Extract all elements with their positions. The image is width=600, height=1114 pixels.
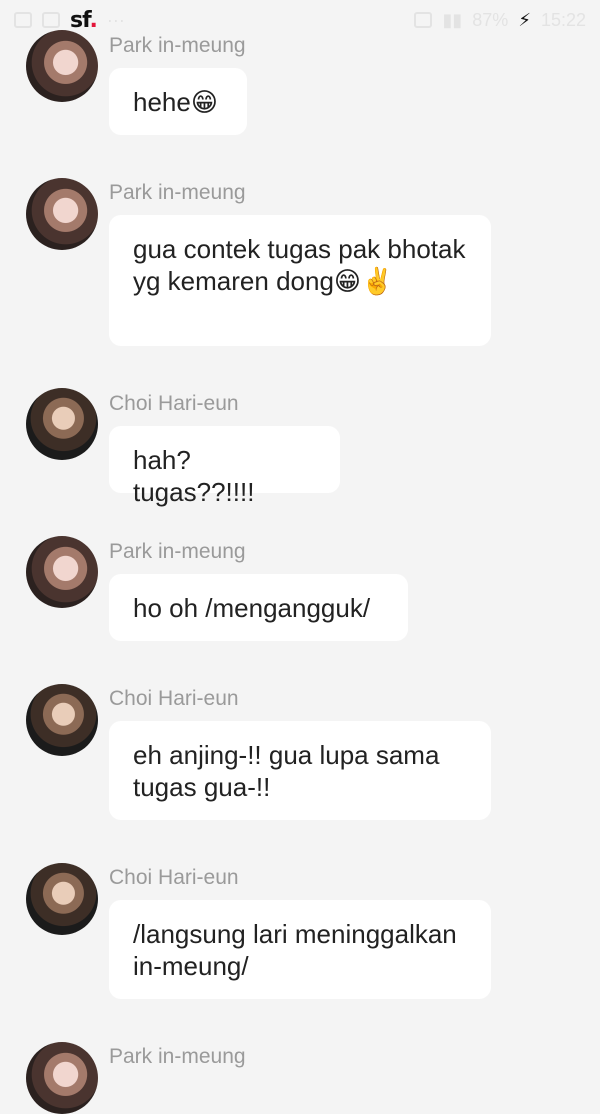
- park-avatar[interactable]: [26, 178, 98, 250]
- app-logo: sf.: [70, 7, 98, 33]
- sender-name: Park in-meung: [109, 34, 246, 57]
- nfc-icon: [414, 12, 433, 28]
- choi-avatar[interactable]: [26, 388, 98, 460]
- sender-name: Choi Hari-eun: [109, 392, 239, 415]
- message-bubble[interactable]: ho oh /mengangguk/: [109, 574, 408, 641]
- sender-name: Park in-meung: [109, 1045, 246, 1068]
- sender-name: Park in-meung: [109, 540, 246, 563]
- message-bubble[interactable]: hehe😁: [109, 68, 247, 135]
- choi-avatar[interactable]: [26, 684, 98, 756]
- park-avatar[interactable]: [26, 30, 98, 102]
- gallery-icon: [14, 12, 32, 28]
- choi-avatar[interactable]: [26, 863, 98, 935]
- park-avatar[interactable]: [26, 1042, 98, 1114]
- more-icon: ···: [106, 9, 125, 30]
- status-bar: sf. ··· ▮▮ 87% ⚡ 15:22: [0, 0, 600, 40]
- video-icon: [42, 12, 60, 28]
- message-bubble[interactable]: hah? tugas??!!!!: [109, 426, 340, 507]
- status-left: sf. ···: [14, 8, 125, 33]
- clock: 15:22: [540, 9, 586, 30]
- sender-name: Choi Hari-eun: [109, 687, 239, 710]
- charging-icon: ⚡: [518, 9, 531, 30]
- sender-name: Park in-meung: [109, 181, 246, 204]
- battery-percent: 87%: [472, 9, 509, 30]
- sender-name: Choi Hari-eun: [109, 866, 239, 889]
- message-bubble[interactable]: /langsung lari meninggalkan in-meung/: [109, 900, 491, 999]
- message-bubble[interactable]: gua contek tugas pak bhotak yg kemaren d…: [109, 215, 491, 346]
- message-bubble[interactable]: eh anjing-!! gua lupa sama tugas gua-!!: [109, 721, 491, 820]
- park-avatar[interactable]: [26, 536, 98, 608]
- signal-icon: ▮▮: [442, 9, 463, 30]
- status-right: ▮▮ 87% ⚡ 15:22: [414, 10, 586, 31]
